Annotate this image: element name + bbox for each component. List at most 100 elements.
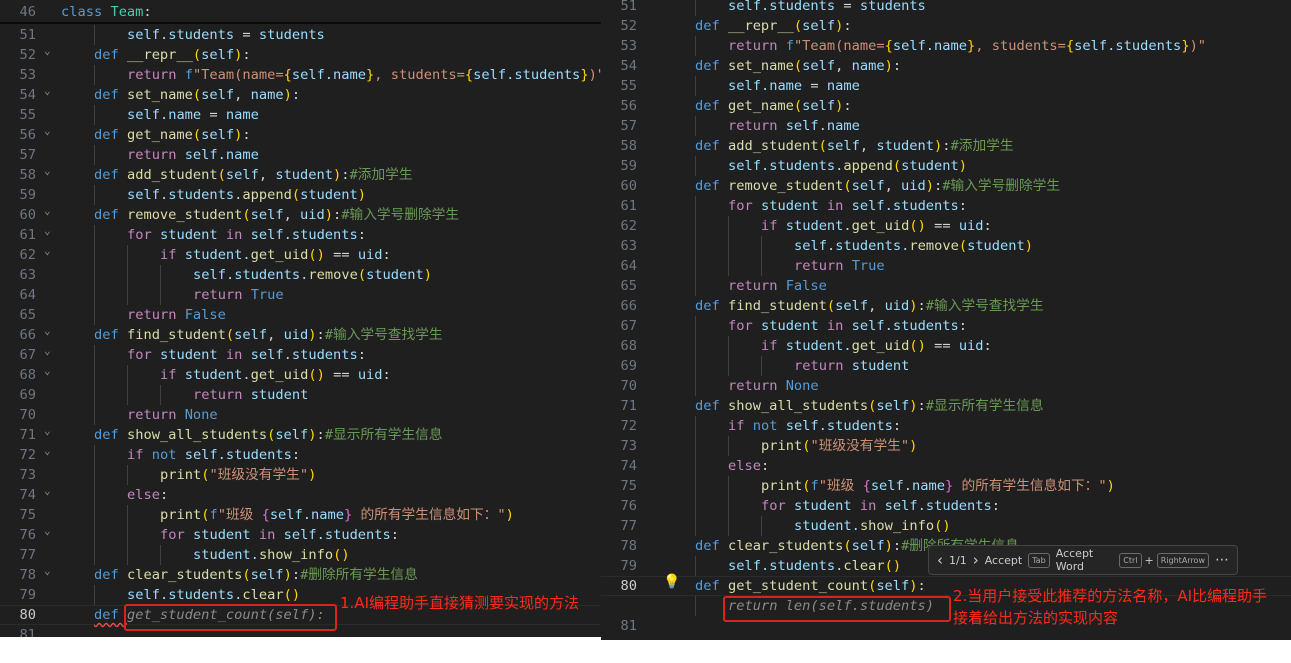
code-line[interactable]: 60 ⌄ def remove_student(self, uid):#输入学号删除… (0, 204, 601, 225)
code-line[interactable]: 61 for student in self.students: (601, 196, 1291, 216)
code-line[interactable]: 66 ⌄ def find_student(self, uid):#输入学号查找学生 (0, 324, 601, 345)
code-token: ( (242, 207, 251, 223)
code-line[interactable]: 55 self.name = name (601, 76, 1291, 96)
code-line[interactable]: 61 ⌄ for student in self.students: (0, 224, 601, 245)
indent-guide (94, 365, 95, 385)
code-line[interactable]: 70 return None (0, 405, 601, 425)
code-line[interactable]: 64 return True (601, 256, 1291, 276)
indent-guide (695, 356, 696, 376)
fold-chevron-icon[interactable]: ⌄ (44, 561, 51, 581)
code-line[interactable]: 74 ⌄ else: (0, 484, 601, 505)
code-line[interactable]: 57 return self.name (0, 145, 601, 165)
code-token: return (728, 378, 786, 394)
next-suggestion-button[interactable]: › (973, 551, 979, 569)
code-token: get_student_count (727, 578, 869, 594)
code-line[interactable]: 67 for student in self.students: (601, 316, 1291, 336)
accept-word-button[interactable]: Accept Word (1056, 547, 1114, 573)
code-line[interactable]: 59 self.students.append(student) (601, 156, 1291, 176)
fold-chevron-icon[interactable]: ⌄ (44, 341, 51, 361)
code-line[interactable]: 52 def __repr__(self): (601, 16, 1291, 36)
code-line[interactable]: 75 print(f"班级 {self.name} 的所有学生信息如下：") (601, 476, 1291, 496)
fold-chevron-icon[interactable]: ⌄ (44, 321, 51, 341)
code-line[interactable]: 77 student.show_info() (601, 516, 1291, 536)
indent-guide (94, 485, 95, 505)
fold-chevron-icon[interactable]: ⌄ (44, 161, 51, 181)
fold-chevron-icon[interactable]: ⌄ (44, 201, 51, 221)
code-line[interactable]: 71 def show_all_students(self):#显示所有学生信息 (601, 396, 1291, 416)
code-line[interactable]: 63 self.students.remove(student) (601, 236, 1291, 256)
code-line[interactable]: 51 self.students = students (0, 25, 601, 45)
code-line[interactable]: 63 self.students.remove(student) (0, 265, 601, 285)
code-line[interactable]: 70 return None (601, 376, 1291, 396)
previous-suggestion-button[interactable]: ‹ (937, 551, 943, 569)
fold-chevron-icon[interactable]: ⌄ (44, 81, 51, 101)
code-line[interactable]: 67 ⌄ for student in self.students: (0, 344, 601, 365)
line-number: 67 (19, 347, 36, 363)
fold-chevron-icon[interactable]: ⌄ (44, 441, 51, 461)
code-token: () (283, 587, 301, 603)
code-text: def remove_student(self, uid):#输入学号删除学生 (695, 176, 1060, 196)
code-line[interactable]: 65 return False (0, 305, 601, 325)
code-line[interactable]: 65 return False (601, 276, 1291, 296)
indent-guide (94, 445, 95, 465)
code-line[interactable]: 76 ⌄ for student in self.students: (0, 524, 601, 545)
code-line[interactable]: 73 print("班级没有学生") (0, 465, 601, 485)
code-line[interactable]: 51 self.students = students (601, 0, 1291, 16)
code-line[interactable]: 64 return True (0, 285, 601, 305)
code-token: )" (1189, 38, 1207, 54)
fold-chevron-icon[interactable]: ⌄ (44, 421, 51, 441)
sticky-scroll-header[interactable]: 46 class Team: (0, 0, 601, 24)
fold-chevron-icon[interactable]: ⌄ (44, 241, 51, 261)
code-line[interactable]: 57 return self.name (601, 116, 1291, 136)
code-line[interactable]: 54 def set_name(self, name): (601, 56, 1291, 76)
code-line[interactable]: 54 ⌄ def set_name(self, name): (0, 84, 601, 105)
code-line[interactable]: 78 ⌄ def clear_students(self):#删除所有学生信息 (0, 564, 601, 585)
code-line[interactable]: 74 else: (601, 456, 1291, 476)
code-line[interactable]: 53 return f"Team(name={self.name}, studen… (0, 65, 601, 85)
code-line[interactable]: 62 ⌄ if student.get_uid() == uid: (0, 244, 601, 265)
code-line[interactable]: 62 if student.get_uid() == uid: (601, 216, 1291, 236)
code-line[interactable]: 72 ⌄ if not self.students: (0, 444, 601, 465)
code-token: : (917, 398, 926, 414)
code-token: self.students. (728, 558, 844, 574)
more-actions-button[interactable]: ⋯ (1215, 552, 1229, 568)
code-line[interactable]: 52 ⌄ def __repr__(self): (0, 44, 601, 65)
fold-chevron-icon[interactable]: ⌄ (44, 41, 51, 61)
code-line[interactable]: 69 return student (601, 356, 1291, 376)
fold-chevron-icon[interactable]: ⌄ (44, 121, 51, 141)
code-line[interactable]: 53 return f"Team(name={self.name}, studen… (601, 36, 1291, 56)
left-editor-panel[interactable]: 46 class Team: 51 self.students = students… (0, 0, 601, 637)
indent-guide (728, 256, 729, 276)
code-line[interactable]: 60 def remove_student(self, uid):#输入学号删除学… (601, 176, 1291, 196)
code-line[interactable]: 73 print("班级没有学生") (601, 436, 1291, 456)
code-line[interactable]: 56 ⌄ def get_name(self): (0, 124, 601, 145)
code-line[interactable]: 68 if student.get_uid() == uid: (601, 336, 1291, 356)
line-number: 58 (19, 167, 36, 183)
code-line[interactable]: 58 def add_student(self, student):#添加学生 (601, 136, 1291, 156)
code-line[interactable]: 68 ⌄ if student.get_uid() == uid: (0, 364, 601, 385)
lightbulb-icon[interactable]: 💡 (663, 574, 680, 590)
code-line[interactable]: 76 for student in self.students: (601, 496, 1291, 516)
fold-chevron-icon[interactable]: ⌄ (44, 481, 51, 501)
code-token: self.name (785, 118, 860, 134)
fold-chevron-icon[interactable]: ⌄ (44, 361, 51, 381)
code-token: return (794, 258, 852, 274)
code-line[interactable]: 71 ⌄ def show_all_students(self):#显示所有学生信息 (0, 424, 601, 445)
code-token: find_student (126, 327, 226, 343)
code-line[interactable]: 75 print(f"班级 {self.name} 的所有学生信息如下：") (0, 505, 601, 525)
code-line[interactable]: 77 student.show_info() (0, 545, 601, 565)
code-line[interactable]: 55 self.name = name (0, 105, 601, 125)
code-token: , (258, 167, 276, 183)
code-line[interactable]: 58 ⌄ def add_student(self, student):#添加学生 (0, 164, 601, 185)
code-line[interactable]: 59 self.students.append(student) (0, 185, 601, 205)
code-text: def get_name(self): (94, 125, 251, 145)
right-editor-panel[interactable]: 51 self.students = students 52 def __repr__… (601, 0, 1291, 640)
code-line[interactable]: 72 if not self.students: (601, 416, 1291, 436)
fold-chevron-icon[interactable]: ⌄ (44, 221, 51, 241)
code-line[interactable]: 69 return student (0, 385, 601, 405)
code-line[interactable]: 66 def find_student(self, uid):#输入学号查找学生 (601, 296, 1291, 316)
accept-button[interactable]: Accept (985, 554, 1023, 567)
fold-chevron-icon[interactable]: ⌄ (44, 521, 51, 541)
code-line[interactable]: 56 def get_name(self): (601, 96, 1291, 116)
code-token: in (826, 198, 852, 214)
